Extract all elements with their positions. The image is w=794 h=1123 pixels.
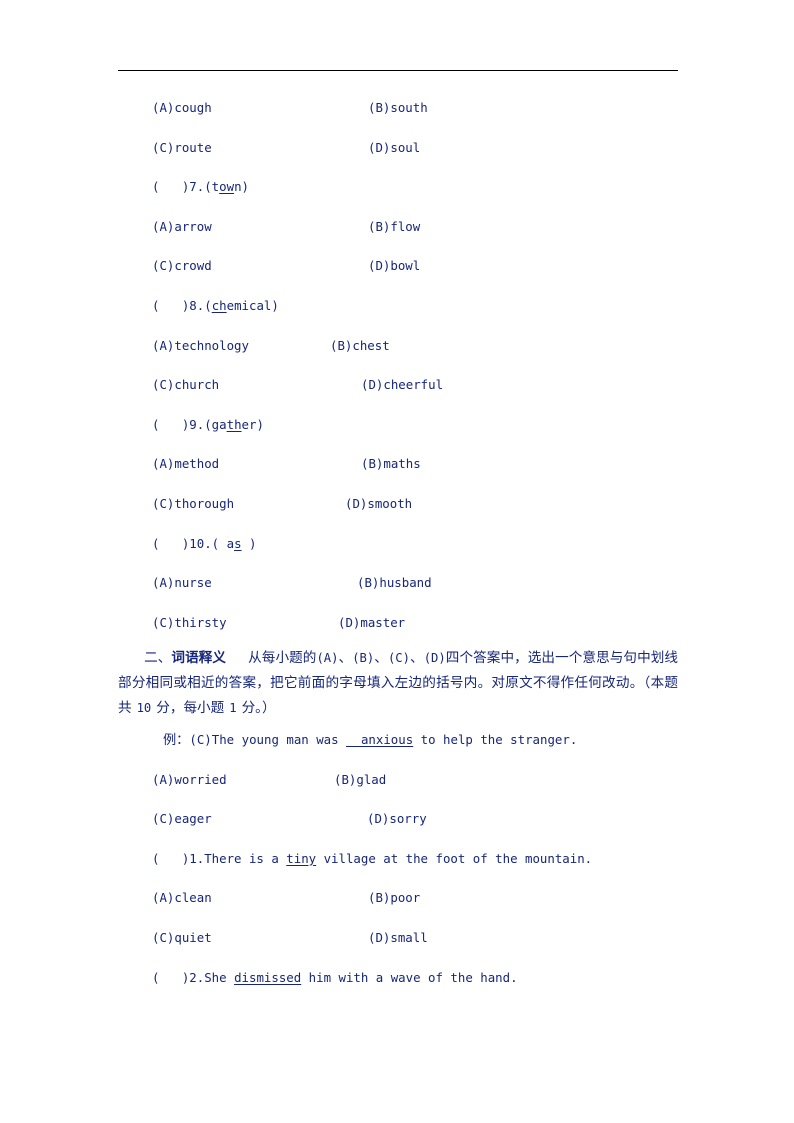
- stem-prefix: ( )2.She: [152, 969, 235, 985]
- inline-sep-1: 、: [338, 650, 353, 667]
- score-each: 1: [229, 700, 237, 715]
- option-a: (A)worried: [152, 771, 227, 787]
- stem-prefix: ( )8.(: [152, 297, 212, 313]
- option-a: (A)method: [152, 456, 220, 472]
- instructions-part-3: 分，每小题: [156, 699, 225, 716]
- option-row: (A)arrow (B)flow: [118, 207, 684, 247]
- option-d: (D)master: [338, 614, 406, 630]
- option-row: (A)technology (B)chest: [118, 326, 684, 366]
- option-b: (B)maths: [361, 456, 421, 472]
- option-a: (A)arrow: [152, 218, 212, 234]
- option-b: (B)south: [368, 100, 428, 115]
- question-stem-10: ( )10.( as ): [118, 524, 684, 564]
- option-c: (C)thorough: [152, 495, 235, 511]
- section-two-instructions: 二、词语释义 从每小题的(A)、(B)、(C)、(D)四个答案中，选出一个意思与句…: [118, 646, 678, 720]
- option-c: (C)crowd: [152, 258, 212, 274]
- stem-prefix: ( )9.(ga: [152, 416, 227, 432]
- option-row: (C)thirsty (D)master: [118, 603, 684, 643]
- question-stem-s2-1: ( )1.There is a tiny village at the foot…: [118, 839, 684, 879]
- stem-suffix: ): [241, 535, 257, 551]
- option-b: (B)chest: [330, 337, 390, 353]
- stem-underlined: ch: [211, 297, 227, 313]
- option-c: (C)eager: [152, 811, 212, 827]
- option-b: (B)flow: [368, 218, 421, 234]
- header-rule: [118, 70, 678, 71]
- stem-suffix: er): [241, 416, 264, 432]
- section-title: 词语释义: [171, 650, 227, 667]
- example-answer: (C): [189, 732, 212, 748]
- option-row: (C)quiet (D)small: [118, 918, 684, 958]
- option-b: (B)husband: [357, 575, 432, 591]
- stem-underlined: dismissed: [234, 969, 302, 985]
- stem-underlined: ow: [219, 179, 235, 195]
- option-d: (D)soul: [368, 139, 421, 155]
- stem-suffix: him with a wave of the hand.: [301, 969, 518, 985]
- question-stem-s2-2: ( )2.She dismissed him with a wave of th…: [118, 958, 684, 998]
- question-stem-9: ( )9.(gather): [118, 405, 684, 445]
- example-underlined: anxious: [346, 732, 414, 748]
- option-b: (B)poor: [368, 890, 421, 906]
- stem-suffix: emical): [226, 297, 279, 313]
- option-row: (C)crowd (D)bowl: [118, 246, 684, 286]
- instructions-part-1: 从每小题的: [248, 650, 317, 667]
- option-c: (C)route: [152, 139, 212, 155]
- inline-option-b: (B): [352, 651, 375, 666]
- example-text-before: The young man was: [211, 732, 347, 748]
- option-c: (C)church: [152, 377, 220, 393]
- stem-underlined: s: [234, 535, 242, 551]
- option-row: (C)church (D)cheerful: [118, 365, 684, 405]
- stem-prefix: ( )7.(t: [152, 179, 220, 195]
- document-page: (A)cough (B)south (C)route (D)soul ( )7.…: [0, 0, 794, 1123]
- option-row: (A)method (B)maths: [118, 444, 684, 484]
- document-content: (A)cough (B)south (C)route (D)soul ( )7.…: [118, 88, 684, 997]
- stem-underlined: th: [226, 416, 242, 432]
- option-row: (A)nurse (B)husband: [118, 563, 684, 603]
- option-d: (D)cheerful: [361, 377, 444, 393]
- inline-sep-3: 、: [409, 650, 424, 667]
- stem-prefix: ( )10.( a: [152, 535, 235, 551]
- option-b: (B)glad: [334, 771, 387, 787]
- option-c: (C)quiet: [152, 930, 212, 946]
- example-label: 例：: [163, 733, 190, 749]
- stem-underlined: tiny: [286, 850, 317, 866]
- option-d: (D)smooth: [345, 495, 413, 511]
- stem-suffix: village at the foot of the mountain.: [316, 850, 593, 866]
- stem-prefix: ( )1.There is a: [152, 850, 287, 866]
- instructions-part-4: 分。）: [241, 699, 276, 716]
- option-row: (A)clean (B)poor: [118, 878, 684, 918]
- option-row: (C)eager (D)sorry: [118, 799, 684, 839]
- option-a: (A)cough: [152, 100, 212, 115]
- inline-option-a: (A): [316, 651, 339, 666]
- option-d: (D)sorry: [367, 811, 427, 827]
- option-row: (A)worried (B)glad: [118, 760, 684, 800]
- inline-option-d: (D): [423, 651, 446, 666]
- option-row: (A)cough (B)south: [118, 88, 684, 128]
- example-line: 例：(C)The young man was anxious to help t…: [118, 720, 684, 760]
- stem-suffix: n): [234, 179, 249, 195]
- option-c: (C)thirsty: [152, 614, 227, 630]
- example-text-after: to help the stranger.: [413, 732, 578, 748]
- option-a: (A)clean: [152, 890, 212, 906]
- option-d: (D)small: [368, 930, 428, 946]
- inline-option-c: (C): [387, 651, 410, 666]
- option-a: (A)nurse: [152, 575, 212, 591]
- option-d: (D)bowl: [368, 258, 421, 274]
- option-a: (A)technology: [152, 337, 249, 353]
- option-row: (C)thorough (D)smooth: [118, 484, 684, 524]
- option-row: (C)route (D)soul: [118, 128, 684, 168]
- question-stem-8: ( )8.(chemical): [118, 286, 684, 326]
- inline-sep-2: 、: [374, 650, 388, 667]
- question-stem-7: ( )7.(town): [118, 167, 684, 207]
